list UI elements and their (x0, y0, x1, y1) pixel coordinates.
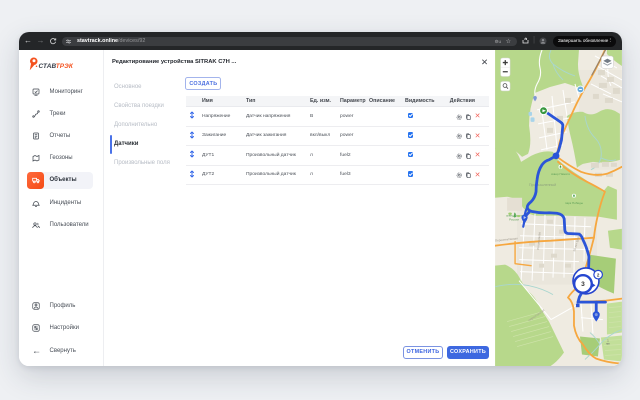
svg-text:парк Победы: парк Победы (565, 200, 583, 204)
svg-text:сквер Памяти: сквер Памяти (551, 171, 570, 175)
svg-text:России: России (509, 217, 519, 221)
svg-text:2: 2 (597, 272, 600, 277)
svg-text:км: км (606, 341, 609, 345)
svg-text:3: 3 (581, 281, 585, 288)
svg-text:Промышленный: Промышленный (529, 182, 556, 186)
